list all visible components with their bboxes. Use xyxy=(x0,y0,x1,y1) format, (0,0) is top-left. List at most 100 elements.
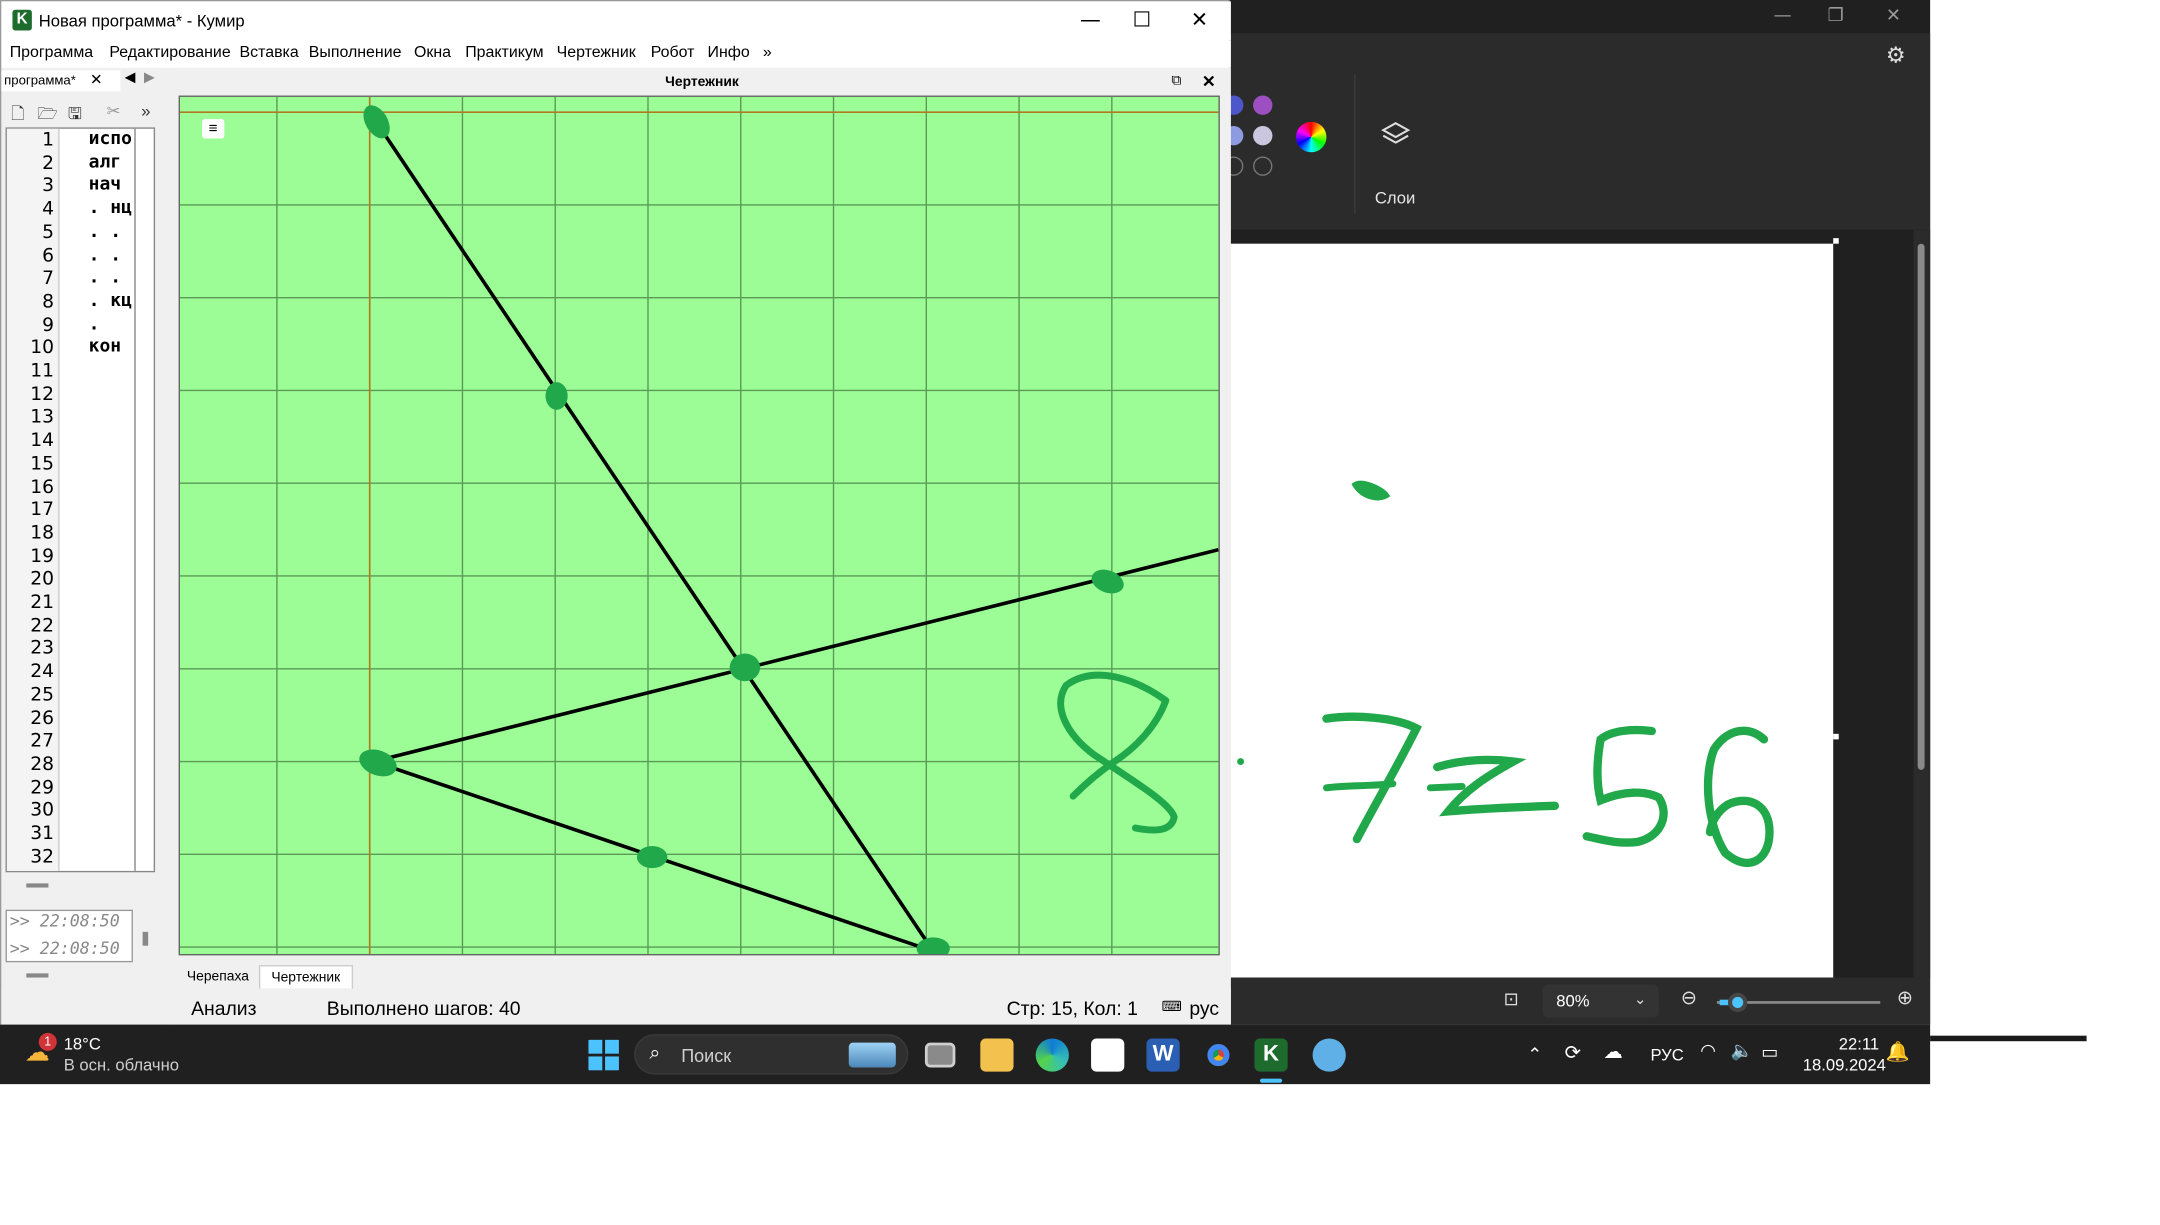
task-view-icon[interactable] xyxy=(924,1042,956,1068)
clock-date[interactable]: 18.09.2024 xyxy=(1803,1055,1886,1074)
color-picker-icon[interactable] xyxy=(1295,121,1327,153)
word-icon[interactable]: W xyxy=(1146,1038,1180,1072)
notification-bell-icon[interactable]: 🔔 xyxy=(1886,1041,1910,1063)
search-highlight-icon xyxy=(848,1042,896,1068)
start-icon[interactable] xyxy=(587,1038,620,1071)
axes xyxy=(179,96,1219,954)
menu-windows[interactable]: Окна xyxy=(414,44,451,61)
code-line: кон xyxy=(88,336,122,358)
code-line: . . xyxy=(88,221,122,243)
close-button[interactable]: ✕ xyxy=(1191,7,1208,32)
keyboard-icon: ⌨ xyxy=(1161,999,1182,1015)
drawer-canvas[interactable]: ≡ xyxy=(178,95,1220,960)
weather-badge: 1 xyxy=(38,1032,57,1051)
minimize-button[interactable]: — xyxy=(1080,7,1101,32)
tray-overflow-icon[interactable]: ⌃ xyxy=(1527,1044,1542,1066)
console-scrollbar[interactable] xyxy=(142,931,149,946)
color-swatch-light[interactable] xyxy=(1253,125,1273,146)
color-swatch-empty[interactable] xyxy=(1253,156,1273,176)
menu-overflow[interactable]: » xyxy=(763,44,772,61)
save-icon[interactable]: 🖫 xyxy=(68,101,82,130)
close-icon[interactable]: ✕ xyxy=(1886,6,1901,27)
sync-icon[interactable]: ⟳ xyxy=(1565,1041,1581,1065)
zoom-slider-thumb[interactable] xyxy=(1727,992,1748,1013)
kumir-app-icon: K xyxy=(12,9,32,31)
editor-tab[interactable]: программа* ✕ xyxy=(1,70,121,92)
tab-turtle[interactable]: Черепаха xyxy=(176,965,260,990)
zoom-in-icon[interactable]: ⊕ xyxy=(1897,987,1913,1009)
undock-icon[interactable]: ⧉ xyxy=(1171,73,1181,88)
code-line: . . xyxy=(88,244,122,266)
menu-program[interactable]: Программа xyxy=(10,44,93,61)
paint-taskbar-icon[interactable] xyxy=(1312,1038,1346,1072)
clock-time[interactable]: 22:11 xyxy=(1839,1034,1879,1053)
open-file-icon[interactable]: 🗁 xyxy=(37,101,58,130)
resize-handle[interactable] xyxy=(1833,733,1839,740)
minimize-icon[interactable]: — xyxy=(1774,6,1792,27)
paint-status-bar: ⊡ 80% ⌄ ⊖ ⊕ xyxy=(1229,977,1931,1025)
editor-margin-line xyxy=(134,128,136,871)
console-line: >> 22:08:50 xyxy=(9,938,120,959)
cut-icon[interactable]: ✂ xyxy=(107,101,121,120)
tab-drawer[interactable]: Чертежник xyxy=(258,965,353,990)
file-explorer-icon[interactable] xyxy=(980,1038,1014,1072)
paint-window: — ❐ ✕ Слои ⚙ ⊡ 80% ⌄ ⊖ ⊕ xyxy=(1223,0,1931,1025)
weather-description: В осн. облачно xyxy=(63,1055,180,1075)
status-keyboard-lang: рус xyxy=(1189,996,1220,1020)
new-file-icon[interactable]: 🗋 xyxy=(11,101,24,130)
edge-browser-icon[interactable] xyxy=(1035,1038,1069,1072)
toolbar-overflow-icon[interactable]: » xyxy=(141,101,150,120)
code-line: . нц xyxy=(88,198,132,219)
paint-ribbon: Слои ⚙ xyxy=(1223,33,1931,230)
zoom-value: 80% xyxy=(1556,991,1590,1011)
settings-icon[interactable]: ⚙ xyxy=(1886,42,1906,68)
status-bar: Анализ Выполнено шагов: 40 Стр: 15, Кол:… xyxy=(1,988,1231,1025)
battery-icon[interactable]: ▭ xyxy=(1761,1041,1778,1063)
status-mode: Анализ xyxy=(191,996,257,1020)
active-app-indicator xyxy=(1259,1078,1283,1083)
color-swatch-purple[interactable] xyxy=(1253,95,1273,115)
menu-insert[interactable]: Вставка xyxy=(240,44,299,61)
zoom-select[interactable]: 80% ⌄ xyxy=(1542,984,1659,1018)
splitter-handle[interactable] xyxy=(26,973,49,978)
fit-screen-icon[interactable]: ⊡ xyxy=(1504,990,1519,1011)
code-line: . xyxy=(88,313,100,335)
menu-edit[interactable]: Редактирование xyxy=(109,44,230,61)
code-editor[interactable]: 1 2 3 4 5 6 7 8 9 10 11 12 13 14 15 16 1 xyxy=(5,127,156,873)
store-icon[interactable] xyxy=(1091,1038,1125,1072)
menu-bar: Программа Редактирование Вставка Выполне… xyxy=(1,40,1231,68)
zoom-out-icon[interactable]: ⊖ xyxy=(1681,987,1697,1009)
paint-canvas[interactable] xyxy=(1229,243,1834,978)
editor-pane: программа* ✕ ◀ ▶ 🗋 🗁 🖫 ✂ » 1 2 3 4 5 6 7… xyxy=(1,67,160,1026)
maximize-button[interactable]: ☐ xyxy=(1133,7,1152,32)
menu-run[interactable]: Выполнение xyxy=(309,44,402,61)
onedrive-icon[interactable]: ☁ xyxy=(1603,1041,1622,1063)
close-tab-icon[interactable]: ✕ xyxy=(90,71,103,92)
resize-handle[interactable] xyxy=(1833,238,1839,244)
code-area: испо алг нач . нц . . . . . . . кц . кон xyxy=(7,129,134,871)
weather-widget[interactable]: ☁ 1 xyxy=(25,1032,57,1068)
taskbar-search[interactable]: ⌕ Поиск xyxy=(634,1034,909,1075)
menu-icon[interactable]: ≡ xyxy=(202,119,225,139)
tab-next-icon[interactable]: ▶ xyxy=(144,71,155,86)
tab-prev-icon[interactable]: ◀ xyxy=(125,71,136,86)
close-pane-icon[interactable]: ✕ xyxy=(1202,72,1216,91)
layers-label: Слои xyxy=(1374,188,1416,208)
chrome-icon[interactable] xyxy=(1201,1038,1236,1072)
drawer-title: Чертежник xyxy=(665,74,739,90)
paint-vertical-scrollbar[interactable] xyxy=(1913,229,1931,978)
input-language[interactable]: РУС xyxy=(1650,1045,1683,1064)
menu-robot[interactable]: Робот xyxy=(651,44,695,61)
code-line: нач xyxy=(88,175,122,196)
code-line: испо xyxy=(88,128,132,150)
wifi-icon[interactable]: ◠ xyxy=(1700,1041,1716,1062)
menu-drawer[interactable]: Чертежник xyxy=(557,44,636,61)
layers-icon[interactable] xyxy=(1379,119,1412,152)
menu-practicum[interactable]: Практикум xyxy=(465,44,543,61)
splitter-handle[interactable] xyxy=(26,883,49,888)
kumir-taskbar-icon[interactable]: K xyxy=(1254,1038,1288,1072)
status-cursor-position: Стр: 15, Кол: 1 xyxy=(1006,996,1138,1020)
menu-info[interactable]: Инфо xyxy=(708,44,750,61)
volume-icon[interactable]: 🔈 xyxy=(1731,1041,1753,1062)
restore-icon[interactable]: ❐ xyxy=(1828,6,1844,27)
